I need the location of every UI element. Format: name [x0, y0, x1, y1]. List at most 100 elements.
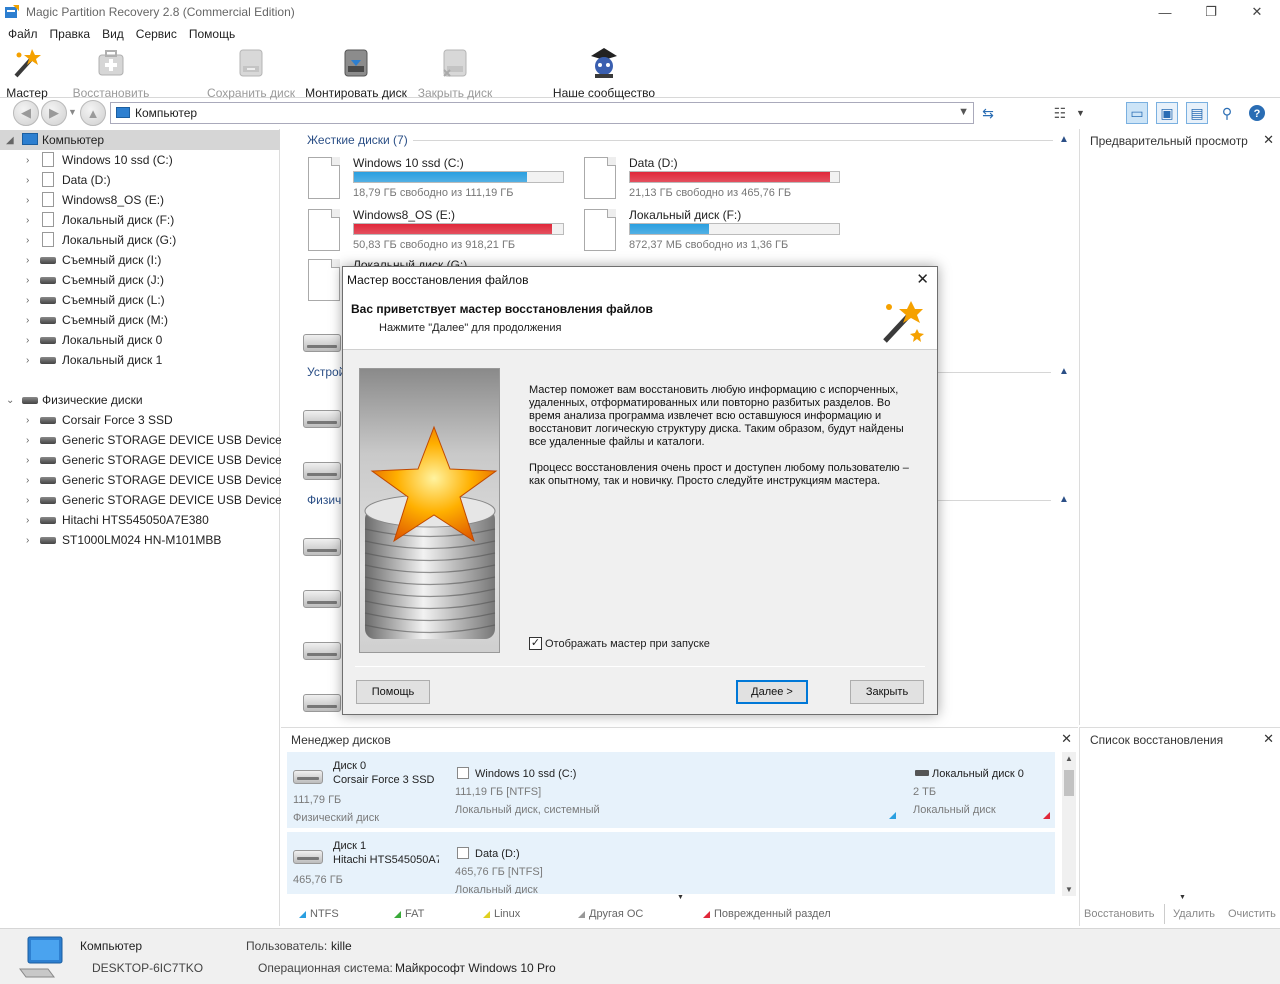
tree-item[interactable]: › Generic STORAGE DEVICE USB Device: [0, 430, 282, 450]
maximize-button[interactable]: ❐: [1188, 0, 1234, 24]
disk-card[interactable]: Windows8_OS (E:) 50,83 ГБ свободно из 91…: [308, 208, 578, 261]
expand-arrow-icon[interactable]: ›: [26, 475, 29, 486]
recovery-clear-button[interactable]: Очистить: [1228, 908, 1276, 920]
expand-arrow-icon[interactable]: ›: [26, 255, 29, 266]
menu-view[interactable]: Вид: [96, 27, 130, 41]
chevron-down-icon[interactable]: ▼: [958, 106, 969, 118]
address-input[interactable]: Компьютер ▼: [110, 102, 974, 124]
partition-checkbox[interactable]: [457, 847, 469, 859]
view-dropdown-icon[interactable]: ▼: [1076, 108, 1085, 118]
tree-item[interactable]: › Hitachi HTS545050A7E380: [0, 510, 280, 530]
next-button[interactable]: Далее >: [736, 680, 808, 704]
tree-item[interactable]: › Windows 10 ssd (C:): [0, 150, 280, 170]
show-wizard-checkbox[interactable]: ✓ Отображать мастер при запуске: [529, 637, 710, 650]
tree-item[interactable]: › Corsair Force 3 SSD: [0, 410, 280, 430]
minimize-button[interactable]: —: [1142, 0, 1188, 24]
collapse-section-icon[interactable]: ▲: [1059, 366, 1069, 377]
forward-button[interactable]: ▶: [41, 100, 67, 126]
collapse-arrow-icon[interactable]: ⌄: [6, 395, 14, 406]
close-preview-button[interactable]: ✕: [1263, 132, 1274, 148]
tree-item[interactable]: › Data (D:): [0, 170, 280, 190]
scroll-up-icon[interactable]: ▲: [1065, 754, 1073, 763]
tree-item[interactable]: › Съемный диск (J:): [0, 270, 280, 290]
mount-disk-button[interactable]: Монтировать диск: [304, 44, 408, 100]
vertical-scrollbar[interactable]: ▲ ▼: [1062, 752, 1076, 896]
tree-item[interactable]: › Generic STORAGE DEVICE USB Device: [0, 450, 282, 470]
expand-arrow-icon[interactable]: ›: [26, 155, 29, 166]
tree-item[interactable]: › Generic STORAGE DEVICE USB Device: [0, 490, 282, 510]
recovery-restore-button[interactable]: Восстановить: [1084, 908, 1154, 920]
tree-item-physical-disks[interactable]: ⌄ Физические диски: [0, 390, 280, 410]
expand-arrow-icon[interactable]: ›: [26, 335, 29, 346]
expand-arrow-icon[interactable]: ›: [26, 415, 29, 426]
tree-item[interactable]: › ST1000LM024 HN-M101MBB: [0, 530, 280, 550]
drive-icon[interactable]: [303, 694, 341, 712]
menu-edit[interactable]: Правка: [44, 27, 97, 41]
restore-button[interactable]: Восстановить: [71, 44, 151, 100]
tree-item-computer[interactable]: ◢ Компьютер: [0, 130, 280, 150]
help-button[interactable]: Помощь: [356, 680, 430, 704]
expand-arrow-icon[interactable]: ›: [26, 195, 29, 206]
disk-card[interactable]: Windows 10 ssd (C:) 18,79 ГБ свободно из…: [308, 156, 578, 209]
tree-item[interactable]: › Windows8_OS (E:): [0, 190, 280, 210]
history-dropdown-icon[interactable]: ▼: [68, 107, 77, 117]
splitter-arrow-icon[interactable]: ▼: [677, 894, 684, 901]
expand-arrow-icon[interactable]: ›: [26, 235, 29, 246]
expand-arrow-icon[interactable]: ›: [26, 355, 29, 366]
menu-service[interactable]: Сервис: [130, 27, 183, 41]
disk-card[interactable]: Локальный диск (F:) 872,37 МБ свободно и…: [584, 208, 854, 261]
scroll-down-icon[interactable]: ▼: [1065, 885, 1073, 894]
up-button[interactable]: ▲: [80, 100, 106, 126]
dialog-close-button[interactable]: Закрыть: [850, 680, 924, 704]
help-button[interactable]: ?: [1246, 102, 1268, 124]
menu-help[interactable]: Помощь: [183, 27, 241, 41]
menu-file[interactable]: Файл: [2, 27, 44, 41]
checkbox-checked-icon[interactable]: ✓: [529, 637, 542, 650]
tree-item[interactable]: › Локальный диск 1: [0, 350, 280, 370]
expand-arrow-icon[interactable]: ›: [26, 515, 29, 526]
disk-row[interactable]: Диск 0 Corsair Force 3 SSD 111,79 ГБ Физ…: [287, 752, 1055, 828]
tree-item[interactable]: › Съемный диск (I:): [0, 250, 280, 270]
collapse-section-icon[interactable]: ▲: [1059, 134, 1069, 145]
drive-icon[interactable]: [303, 538, 341, 556]
close-disk-manager-button[interactable]: ✕: [1061, 731, 1072, 747]
tree-item[interactable]: › Локальный диск (G:): [0, 230, 280, 250]
expand-arrow-icon[interactable]: ›: [26, 495, 29, 506]
close-recovery-list-button[interactable]: ✕: [1263, 731, 1274, 747]
expand-arrow-icon[interactable]: ›: [26, 535, 29, 546]
drive-icon[interactable]: [303, 590, 341, 608]
show-recovery-list-button[interactable]: ▤: [1186, 102, 1208, 124]
tree-item[interactable]: › Съемный диск (M:): [0, 310, 280, 330]
wizard-button[interactable]: Мастер: [4, 44, 50, 100]
expand-arrow-icon[interactable]: ›: [26, 215, 29, 226]
splitter-arrow-icon[interactable]: ▼: [1179, 894, 1186, 901]
tree-item[interactable]: › Generic STORAGE DEVICE USB Device: [0, 470, 282, 490]
disk-card[interactable]: Data (D:) 21,13 ГБ свободно из 465,76 ГБ: [584, 156, 854, 209]
expand-arrow-icon[interactable]: ›: [26, 455, 29, 466]
partition-checkbox[interactable]: [457, 767, 469, 779]
show-tree-button[interactable]: ▭: [1126, 102, 1148, 124]
collapse-arrow-icon[interactable]: ◢: [6, 135, 14, 146]
scroll-thumb[interactable]: [1064, 770, 1074, 796]
close-disk-button[interactable]: Закрыть диск: [416, 44, 494, 100]
show-preview-button[interactable]: ▣: [1156, 102, 1178, 124]
expand-arrow-icon[interactable]: ›: [26, 315, 29, 326]
drive-icon[interactable]: [303, 642, 341, 660]
back-button[interactable]: ◀: [13, 100, 39, 126]
drive-icon[interactable]: [303, 334, 341, 352]
tree-item[interactable]: › Локальный диск 0: [0, 330, 280, 350]
close-window-button[interactable]: ✕: [1234, 0, 1280, 24]
dialog-close-icon[interactable]: ✕: [916, 270, 929, 288]
disk-row[interactable]: Диск 1 Hitachi HTS545050A7 465,76 ГБ Dat…: [287, 832, 1055, 894]
expand-arrow-icon[interactable]: ›: [26, 295, 29, 306]
tree-item[interactable]: › Локальный диск (F:): [0, 210, 280, 230]
expand-arrow-icon[interactable]: ›: [26, 275, 29, 286]
drive-icon[interactable]: [303, 410, 341, 428]
search-button[interactable]: ⚲: [1216, 102, 1238, 124]
refresh-button[interactable]: ⇆: [977, 102, 999, 124]
save-disk-button[interactable]: Сохранить диск: [206, 44, 296, 100]
view-mode-button[interactable]: ☷: [1049, 102, 1071, 124]
recovery-delete-button[interactable]: Удалить: [1173, 908, 1215, 920]
collapse-section-icon[interactable]: ▲: [1059, 494, 1069, 505]
drive-icon[interactable]: [303, 462, 341, 480]
